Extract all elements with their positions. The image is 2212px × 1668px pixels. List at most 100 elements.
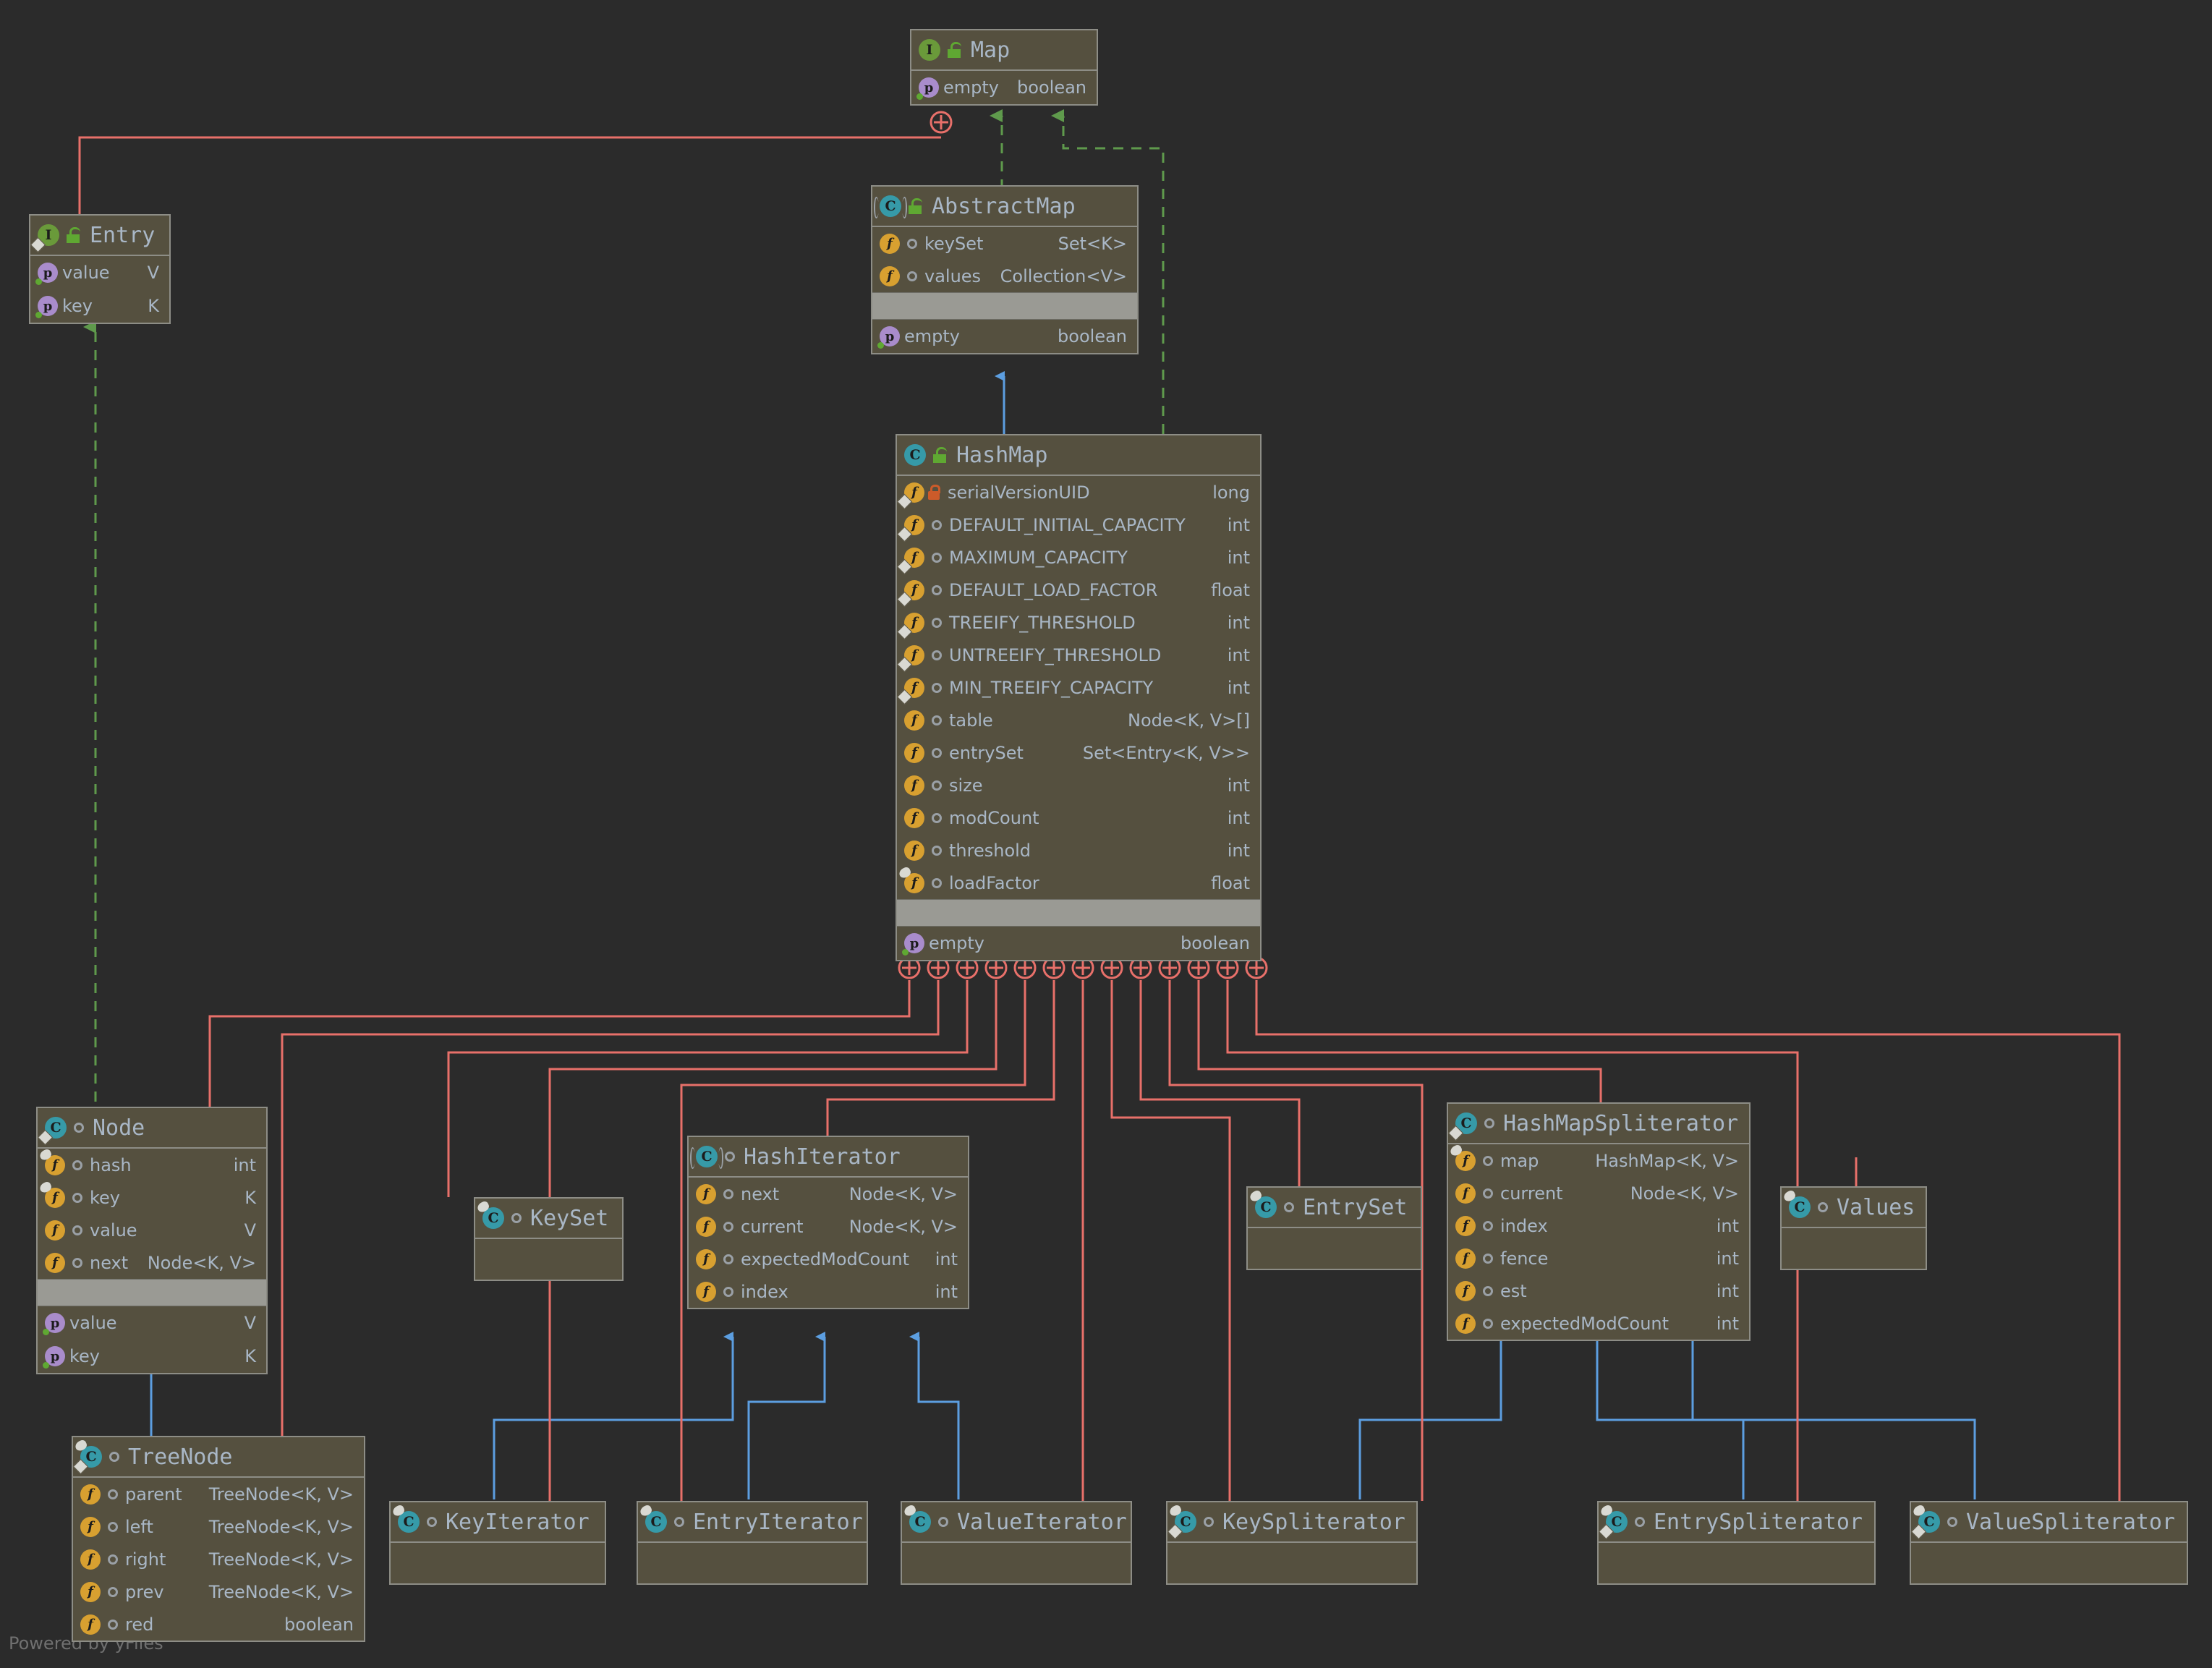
member-name: expectedModCount <box>1500 1313 1669 1334</box>
member-name: key <box>62 296 93 316</box>
member-row[interactable]: f parent TreeNode<K, V> <box>73 1478 364 1510</box>
member-row[interactable]: p empty boolean <box>872 320 1137 353</box>
class-node-entryset[interactable]: C EntrySet <box>1246 1186 1422 1270</box>
member-name: values <box>924 265 982 286</box>
member-name: empty <box>929 933 984 953</box>
visibility-public-icon <box>1483 1188 1493 1199</box>
member-row[interactable]: f MAXIMUM_CAPACITY int <box>896 541 1260 574</box>
member-row[interactable]: f UNTREEIFY_THRESHOLD int <box>896 639 1260 672</box>
class-node-valueiterator[interactable]: C ValueIterator <box>901 1501 1132 1585</box>
member-row[interactable]: f map HashMap<K, V> <box>1448 1143 1749 1177</box>
class-node-entryiterator[interactable]: C EntryIterator <box>637 1501 868 1585</box>
member-row[interactable]: f threshold int <box>897 834 1260 867</box>
field-icon: f <box>1449 1143 1476 1171</box>
member-row[interactable]: f next Node<K, V> <box>38 1246 266 1279</box>
node-header: C HashIterator <box>689 1137 968 1178</box>
class-node-hashiterator[interactable]: C HashIterator f next Node<K, V> f current N… <box>687 1136 969 1309</box>
node-header: C EntrySet <box>1248 1188 1421 1228</box>
class-node-map[interactable]: I Map p empty boolean <box>910 29 1098 106</box>
class-node-entryspliterator[interactable]: C EntrySpliterator <box>1597 1501 1876 1585</box>
class-node-node[interactable]: C Node f hash int f key K f value V f next Node<… <box>36 1107 268 1374</box>
field-icon: f <box>904 742 924 763</box>
class-node-treenode[interactable]: C TreeNode f parent TreeNode<K, V> f left Tr… <box>72 1436 365 1642</box>
member-row[interactable]: p value V <box>38 1306 266 1340</box>
member-row[interactable]: f key K <box>38 1180 266 1214</box>
member-name: DEFAULT_LOAD_FACTOR <box>949 579 1158 600</box>
class-node-entry[interactable]: I Entry p value V p key K <box>29 214 171 324</box>
member-row[interactable]: f table Node<K, V>[] <box>897 704 1260 736</box>
member-row[interactable]: f prev TreeNode<K, V> <box>73 1575 364 1608</box>
member-row[interactable]: p key K <box>38 1340 266 1373</box>
member-row[interactable]: f hash int <box>38 1147 266 1181</box>
class-node-keyiterator[interactable]: C KeyIterator <box>389 1501 606 1585</box>
member-row[interactable]: f left TreeNode<K, V> <box>73 1510 364 1543</box>
class-icon: C <box>1167 1504 1196 1540</box>
member-row[interactable]: f TREEIFY_THRESHOLD int <box>896 606 1260 639</box>
visibility-public-icon <box>1818 1202 1828 1212</box>
class-node-hashmap[interactable]: C HashMap f serialVersionUID long f DEFAU… <box>896 434 1262 961</box>
member-row[interactable]: f DEFAULT_LOAD_FACTOR float <box>896 574 1260 607</box>
node-title: Entry <box>90 222 156 248</box>
visibility-public-icon <box>932 584 942 595</box>
class-icon: C <box>391 1504 420 1533</box>
member-row[interactable]: f modCount int <box>897 801 1260 834</box>
member-row[interactable]: f index int <box>1448 1209 1749 1242</box>
member-row[interactable]: p value V <box>30 256 169 289</box>
member-name: prev <box>125 1581 164 1602</box>
member-row[interactable]: f keySet Set<K> <box>872 227 1137 260</box>
member-row[interactable]: p key K <box>30 289 169 323</box>
member-type: int <box>935 1248 958 1269</box>
class-node-abstractmap[interactable]: C AbstractMap f keySet Set<K> f values C… <box>871 185 1139 354</box>
member-type: HashMap<K, V> <box>1595 1150 1739 1171</box>
node-header: C Values <box>1782 1188 1926 1228</box>
member-name: modCount <box>949 807 1039 828</box>
member-name: red <box>125 1614 154 1635</box>
visibility-public-icon <box>932 845 942 856</box>
member-type: int <box>1227 547 1250 568</box>
member-row[interactable]: f serialVersionUID long <box>896 476 1260 509</box>
member-row[interactable]: f entrySet Set<Entry<K, V>> <box>897 736 1260 769</box>
member-row[interactable]: f current Node<K, V> <box>689 1210 968 1243</box>
member-row[interactable]: f expectedModCount int <box>1448 1307 1749 1340</box>
visibility-public-icon <box>1284 1202 1294 1212</box>
interface-icon: I <box>30 224 59 253</box>
member-row[interactable]: p empty boolean <box>897 927 1260 960</box>
member-row[interactable]: f current Node<K, V> <box>1448 1177 1749 1209</box>
field-icon: f <box>904 807 924 828</box>
member-row[interactable]: f next Node<K, V> <box>689 1178 968 1210</box>
member-row[interactable]: f value V <box>38 1214 266 1246</box>
class-node-keyset[interactable]: C KeySet <box>474 1197 624 1281</box>
node-body-empty <box>1167 1543 1416 1583</box>
field-icon: f <box>696 1183 716 1204</box>
member-row[interactable]: f values Collection<V> <box>872 260 1137 292</box>
class-icon: C <box>639 1504 667 1533</box>
member-row[interactable]: f est int <box>1448 1275 1749 1307</box>
class-node-hashmapspliterator[interactable]: C HashMapSpliterator f map HashMap<K, V> f… <box>1447 1102 1751 1341</box>
class-node-valuespliterator[interactable]: C ValueSpliterator <box>1910 1501 2188 1585</box>
class-icon: C <box>72 1439 102 1475</box>
class-icon: C <box>1598 1504 1628 1540</box>
member-row[interactable]: f MIN_TREEIFY_CAPACITY int <box>896 671 1260 705</box>
member-row[interactable]: p empty boolean <box>911 71 1097 104</box>
member-row[interactable]: f index int <box>689 1275 968 1308</box>
member-row[interactable]: f fence int <box>1448 1242 1749 1275</box>
member-row[interactable]: f red boolean <box>73 1608 364 1641</box>
class-icon: C <box>1248 1189 1277 1218</box>
member-row[interactable]: f loadFactor float <box>897 865 1260 899</box>
member-type: boolean <box>1181 933 1250 953</box>
member-row[interactable]: f expectedModCount int <box>689 1243 968 1275</box>
visibility-public-icon <box>907 271 917 281</box>
node-title: ValueIterator <box>957 1509 1127 1535</box>
class-node-keyspliterator[interactable]: C KeySpliterator <box>1166 1501 1418 1585</box>
member-row[interactable]: f right TreeNode<K, V> <box>73 1543 364 1575</box>
class-node-values[interactable]: C Values <box>1780 1186 1927 1270</box>
member-type: V <box>147 263 159 283</box>
member-type: long <box>1212 482 1250 503</box>
diagram-canvas[interactable]: I Map p empty boolean I Entry p value V … <box>0 0 2212 1668</box>
node-title: KeyIterator <box>446 1509 590 1535</box>
member-row[interactable]: f DEFAULT_INITIAL_CAPACITY int <box>896 509 1260 542</box>
node-fields: f parent TreeNode<K, V> f left TreeNode<K, V… <box>73 1478 364 1641</box>
property-icon: p <box>902 933 924 956</box>
node-fields: f keySet Set<K> f values Collection<V> <box>872 227 1137 292</box>
member-row[interactable]: f size int <box>897 769 1260 801</box>
